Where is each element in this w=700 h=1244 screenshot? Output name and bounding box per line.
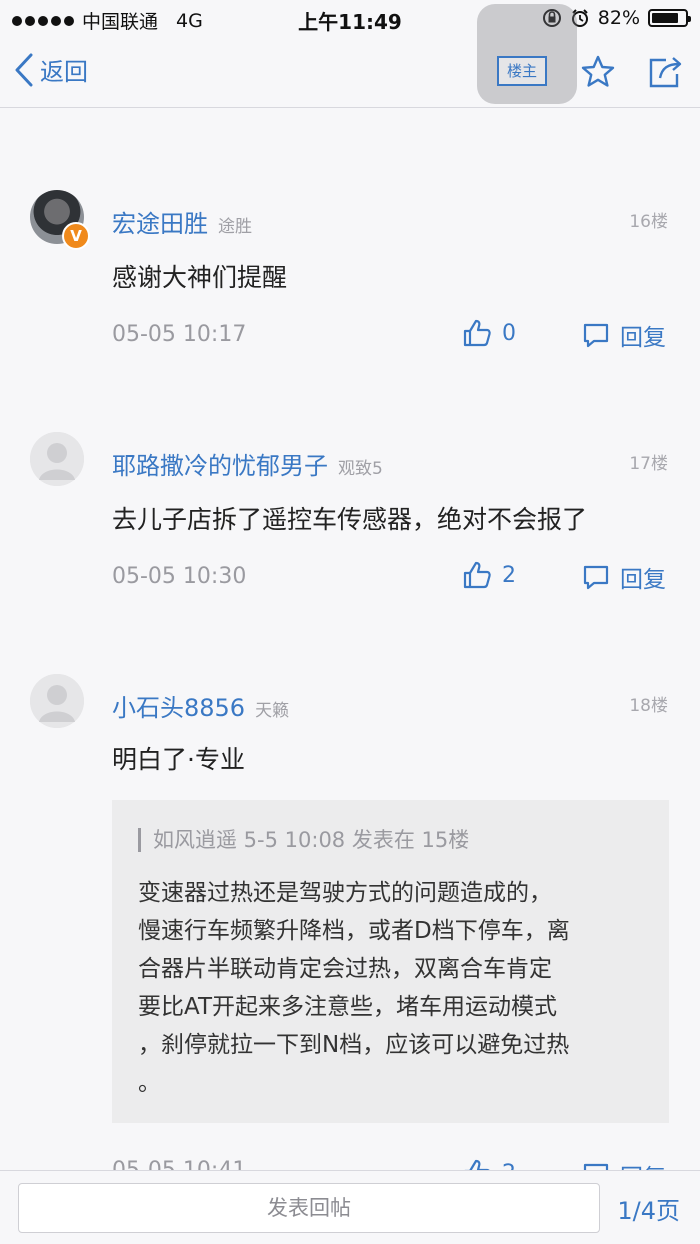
avatar[interactable] (30, 674, 84, 728)
quote-line: 合器片半联动肯定会过热，双离合车肯定 (138, 956, 552, 982)
avatar[interactable] (30, 432, 84, 486)
share-icon[interactable] (646, 54, 684, 90)
post-content: 感谢大神们提醒 (112, 263, 288, 292)
comment-icon (583, 565, 609, 590)
floor-number: 17楼 (629, 454, 668, 474)
post-username[interactable]: 耶路撒冷的忧郁男子 观致5 (112, 446, 383, 481)
default-avatar-icon (30, 674, 84, 728)
quote-line: 慢速行车频繁升降档，或者D档下停车，离 (138, 918, 570, 944)
touch-highlight (477, 4, 577, 104)
chevron-left-icon (15, 53, 33, 86)
reply-button[interactable]: 回复 (582, 318, 666, 352)
nav-bar: 返回 楼主 (0, 4, 700, 108)
bottom-bar: 发表回帖 1/4页 (0, 1170, 700, 1244)
floor-number: 16楼 (629, 212, 668, 232)
status-bar: 中国联通 4G 上午11:49 82% (0, 0, 700, 36)
thumbs-up-icon (463, 561, 491, 589)
like-button[interactable]: 0 (462, 318, 516, 348)
like-count: 0 (502, 320, 516, 346)
comment-icon (583, 323, 609, 348)
battery-percent: 82% (597, 7, 640, 29)
reply-input[interactable]: 发表回帖 (18, 1183, 600, 1233)
thumbs-up-icon (463, 319, 491, 347)
verified-badge-icon: V (62, 222, 90, 250)
post-username[interactable]: 宏途田胜 途胜 (112, 204, 252, 239)
quote-header: 如风逍遥 5-5 10:08 发表在 15楼 (138, 828, 469, 852)
quote-line: 要比AT开起来多注意些，堵车用运动模式 (138, 994, 557, 1020)
username-text: 小石头8856 (112, 694, 246, 722)
username-text: 宏途田胜 (112, 210, 208, 238)
quote-body: 变速器过热还是驾驶方式的问题造成的， 慢速行车频繁升降档，或者D档下停车，离 合… (138, 874, 648, 1102)
post-time: 05-05 10:17 (112, 322, 247, 347)
post-username[interactable]: 小石头8856 天籁 (112, 688, 289, 723)
owner-only-button[interactable]: 楼主 (497, 56, 547, 86)
reply-label: 回复 (620, 325, 666, 351)
battery-icon (648, 9, 691, 27)
post-content: 去儿子店拆了遥控车传感器，绝对不会报了 (112, 505, 588, 534)
back-label: 返回 (40, 58, 88, 86)
user-car-tag: 观致5 (338, 459, 383, 479)
post-content: 明白了·专业 (112, 745, 245, 774)
page-indicator[interactable]: 1/4页 (617, 1191, 680, 1226)
post-time: 05-05 10:30 (112, 564, 247, 589)
back-button[interactable]: 返回 (14, 52, 88, 87)
user-car-tag: 天籁 (255, 701, 290, 721)
star-icon[interactable] (580, 54, 616, 90)
user-car-tag: 途胜 (218, 217, 252, 237)
avatar[interactable]: V (30, 190, 90, 250)
reply-button[interactable]: 回复 (582, 560, 666, 594)
quote-line: 。 (138, 1070, 161, 1096)
default-avatar-icon (30, 432, 84, 486)
quoted-post[interactable]: 如风逍遥 5-5 10:08 发表在 15楼 变速器过热还是驾驶方式的问题造成的… (112, 800, 669, 1123)
like-button[interactable]: 2 (462, 560, 516, 590)
username-text: 耶路撒冷的忧郁男子 (112, 452, 328, 480)
reply-label: 回复 (620, 567, 666, 593)
quote-line: 变速器过热还是驾驶方式的问题造成的， (138, 880, 552, 906)
floor-number: 18楼 (629, 696, 668, 716)
quote-line: ，刹停就拉一下到N档，应该可以避免过热 (138, 1032, 570, 1058)
like-count: 2 (502, 562, 516, 588)
